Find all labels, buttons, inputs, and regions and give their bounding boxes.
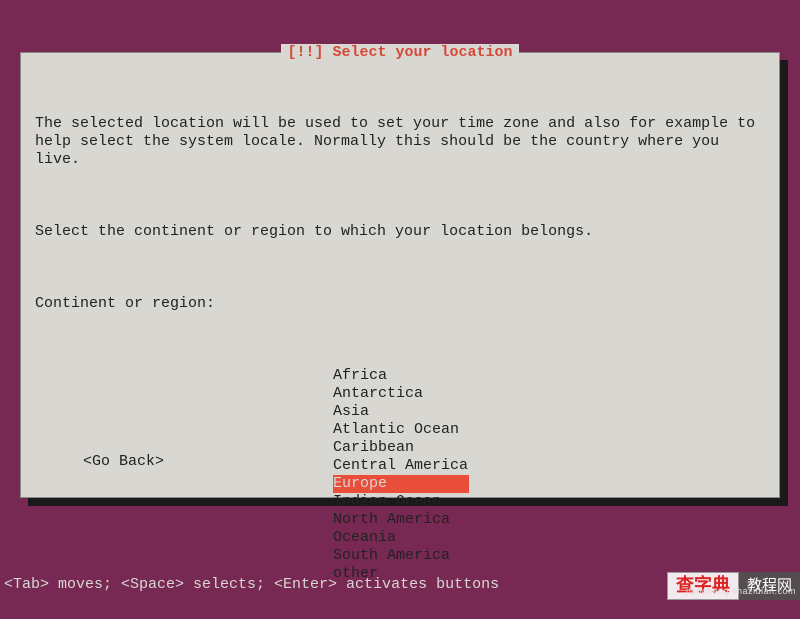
region-item[interactable]: Central America: [333, 457, 469, 475]
priority-marker: [!!]: [287, 44, 323, 61]
region-item[interactable]: South America: [333, 547, 469, 565]
help-text-2: Select the continent or region to which …: [35, 223, 765, 241]
region-item[interactable]: Indian Ocean: [333, 493, 469, 511]
region-item[interactable]: Antarctica: [333, 385, 469, 403]
region-item[interactable]: Atlantic Ocean: [333, 421, 469, 439]
dialog-title-row: [!!] Select your location: [21, 44, 779, 62]
region-item[interactable]: Africa: [333, 367, 469, 385]
prompt-label: Continent or region:: [35, 295, 765, 313]
region-list[interactable]: Africa Antarctica Asia Atlantic Ocean Ca…: [333, 367, 765, 583]
region-item[interactable]: North America: [333, 511, 469, 529]
go-back-button[interactable]: <Go Back>: [83, 453, 164, 471]
help-text-1: The selected location will be used to se…: [35, 115, 765, 169]
dialog-body: The selected location will be used to se…: [21, 71, 779, 619]
watermark-url: jiaocheng.chazidian.com: [686, 582, 796, 600]
installer-dialog: [!!] Select your location The selected l…: [20, 52, 780, 498]
title-text: Select your location: [333, 44, 513, 61]
region-item[interactable]: Oceania: [333, 529, 469, 547]
region-item[interactable]: Asia: [333, 403, 469, 421]
region-item[interactable]: Europe: [333, 475, 469, 493]
footer-hint: <Tab> moves; <Space> selects; <Enter> ac…: [4, 576, 499, 594]
dialog-title: [!!] Select your location: [281, 44, 518, 62]
region-item[interactable]: Caribbean: [333, 439, 469, 457]
